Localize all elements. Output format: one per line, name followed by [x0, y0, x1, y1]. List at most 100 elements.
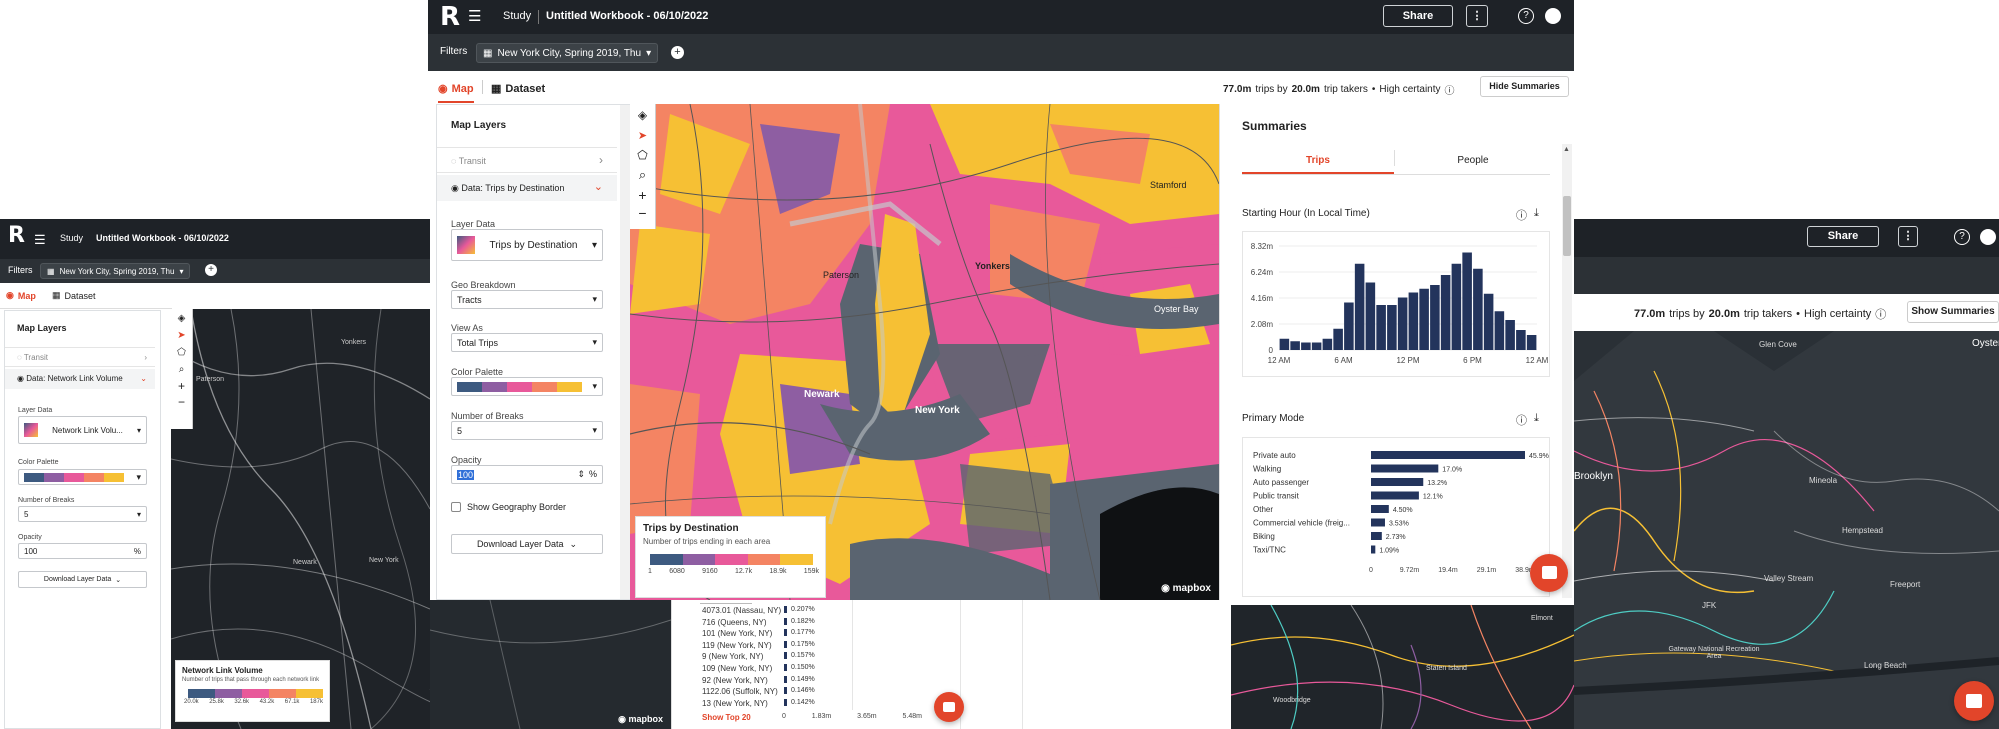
summaries-tab-trips[interactable]: Trips: [1242, 155, 1394, 166]
right-filter-bar: [1574, 257, 1999, 294]
chat-icon[interactable]: [1530, 554, 1568, 592]
left-data-layer-row[interactable]: ◉ Data: Network Link Volume ⌄: [5, 369, 155, 389]
left-tab-dataset[interactable]: ▦ Dataset: [52, 290, 96, 301]
account-icon[interactable]: [1545, 8, 1561, 24]
info-icon[interactable]: ⓘ: [1516, 207, 1527, 223]
transit-layer-row[interactable]: ◌ Transit ›: [437, 147, 617, 173]
brand-logo[interactable]: R: [8, 223, 25, 248]
left-tab-map[interactable]: ◉ Map: [6, 290, 36, 301]
account-icon[interactable]: [1980, 229, 1996, 245]
cursor-icon[interactable]: ➤: [171, 330, 192, 341]
left-opacity-input[interactable]: 100%: [18, 543, 147, 559]
mode-bar: [1371, 505, 1389, 513]
right-map-extension[interactable]: Staten Island Woodbridge Elmont: [1231, 605, 1574, 729]
left-transit-row[interactable]: ◌ Transit ›: [5, 347, 155, 367]
left-map[interactable]: ◈ ➤ ⬠ ⌕ + − Paterson Yonkers New York Ne…: [171, 309, 430, 729]
zoom-out-icon[interactable]: −: [171, 395, 192, 409]
data-layer-row[interactable]: ◉ Data: Trips by Destination ⌄: [437, 175, 617, 201]
left-breaks-select[interactable]: 5 ▾: [18, 506, 147, 522]
download-icon[interactable]: ⤓: [1534, 207, 1539, 220]
help-icon[interactable]: ?: [1954, 229, 1970, 245]
main-map[interactable]: ◈ ➤ ⬠ ⌕ + − ‹ Yonkers Stamford Paterson …: [630, 104, 1219, 600]
info-icon[interactable]: ⓘ: [1875, 306, 1886, 322]
left-legend-swatches: [188, 689, 323, 698]
brand-logo[interactable]: R: [440, 2, 460, 32]
study-link[interactable]: Study: [503, 10, 531, 22]
info-icon[interactable]: ⓘ: [1445, 82, 1455, 97]
layer-data-select[interactable]: Trips by Destination ▾: [451, 229, 603, 261]
map-label-glen-cove: Glen Cove: [1759, 340, 1797, 349]
hour-bar: [1290, 341, 1300, 350]
left-layer-data-select[interactable]: Network Link Volu... ▾: [18, 416, 147, 444]
stats-text: 77.0m trips by 20.0m trip takers • High certa…: [1223, 82, 1455, 97]
download-layer-data-button[interactable]: Download Layer Data ⌄: [451, 534, 603, 554]
zoom-out-icon[interactable]: −: [630, 205, 655, 221]
mode-label: Commercial vehicle (freig...: [1253, 519, 1350, 528]
search-icon[interactable]: ⌕: [630, 167, 655, 183]
show-summaries-button[interactable]: Show Summaries: [1907, 301, 1999, 323]
download-icon[interactable]: ⤓: [1534, 412, 1539, 425]
share-button[interactable]: Share: [1383, 5, 1453, 27]
opacity-input[interactable]: 100 ⇕%: [451, 465, 603, 484]
hour-bar: [1387, 305, 1397, 350]
hamburger-icon[interactable]: ☰: [34, 232, 46, 248]
chat-icon[interactable]: [1954, 681, 1994, 721]
table-icon: ▦: [52, 290, 61, 300]
left-download-button[interactable]: Download Layer Data ⌄: [18, 571, 147, 588]
hour-bar: [1408, 292, 1419, 350]
map-label-long-beach: Long Beach: [1864, 661, 1907, 670]
layers-icon[interactable]: ◈: [171, 313, 192, 324]
show-border-checkbox[interactable]: Show Geography Border: [451, 502, 566, 512]
scroll-up-icon[interactable]: ▲: [1563, 146, 1570, 153]
right-share-button[interactable]: Share: [1807, 226, 1879, 247]
right-more-button[interactable]: ⋮: [1898, 226, 1918, 247]
layers-icon[interactable]: ◈: [630, 108, 655, 122]
info-icon[interactable]: ⓘ: [1516, 412, 1527, 428]
zoom-in-icon[interactable]: +: [171, 379, 192, 393]
zoom-in-icon[interactable]: +: [630, 187, 655, 203]
help-icon[interactable]: ?: [1518, 8, 1534, 24]
map-label-hempstead: Hempstead: [1842, 526, 1883, 535]
polygon-icon[interactable]: ⬠: [171, 347, 192, 358]
polygon-icon[interactable]: ⬠: [630, 148, 655, 162]
tab-dataset[interactable]: ▦ Dataset: [491, 82, 545, 96]
number-of-breaks-select[interactable]: 5 ▾: [451, 421, 603, 440]
hour-bar: [1494, 311, 1505, 350]
left-map-layers-panel: Map Layers ◌ Transit › ◉ Data: Network Li…: [4, 310, 161, 729]
summaries-scrollbar[interactable]: ▲: [1562, 144, 1572, 598]
map-layers-title: Map Layers: [451, 120, 507, 131]
scroll-thumb[interactable]: [1563, 196, 1571, 256]
map-label-new-york: New York: [369, 557, 399, 564]
checkbox-icon[interactable]: [451, 502, 461, 512]
chat-icon[interactable]: [934, 692, 964, 722]
right-map[interactable]: Glen Cove Oyster Mineola Hempstead Valle…: [1574, 331, 1999, 729]
hamburger-icon[interactable]: ☰: [468, 7, 481, 25]
hide-summaries-button[interactable]: Hide Summaries: [1480, 76, 1569, 97]
study-link[interactable]: Study: [60, 233, 83, 243]
filter-chip[interactable]: ▦ New York City, Spring 2019, Thu ▾: [40, 263, 191, 279]
add-filter-icon[interactable]: +: [671, 46, 684, 59]
underlay-row-label: 119 (New York, NY): [702, 640, 772, 650]
left-map-extension[interactable]: ◉ mapbox: [430, 600, 671, 729]
color-palette-select[interactable]: ▾: [451, 377, 603, 396]
cursor-icon[interactable]: ➤: [630, 129, 655, 142]
legend-subtitle: Number of trips ending in each area: [643, 537, 771, 546]
workbook-title[interactable]: Untitled Workbook - 06/10/2022: [96, 233, 229, 243]
show-top-20-link[interactable]: Show Top 20: [702, 713, 751, 722]
summaries-tab-people[interactable]: People: [1398, 155, 1548, 166]
panel-scrollbar[interactable]: [620, 105, 630, 599]
y-tick-label: 0: [1269, 346, 1274, 355]
filter-chip[interactable]: ▦ New York City, Spring 2019, Thu ▾: [476, 43, 659, 63]
tab-map[interactable]: ◉ Map: [438, 82, 474, 96]
left-palette-select[interactable]: ▾: [18, 469, 147, 485]
more-button[interactable]: ⋮: [1466, 5, 1488, 27]
stepper-icon[interactable]: ⇕: [577, 469, 585, 480]
add-filter-icon[interactable]: +: [205, 264, 217, 276]
view-as-select[interactable]: Total Trips ▾: [451, 333, 603, 352]
underlay-row-label: 4073.01 (Nassau, NY): [702, 606, 782, 615]
hour-bar: [1301, 342, 1311, 350]
workbook-title[interactable]: Untitled Workbook - 06/10/2022: [546, 10, 708, 22]
mode-bar: [1371, 451, 1525, 459]
geo-breakdown-select[interactable]: Tracts ▾: [451, 290, 603, 309]
search-icon[interactable]: ⌕: [171, 364, 192, 375]
